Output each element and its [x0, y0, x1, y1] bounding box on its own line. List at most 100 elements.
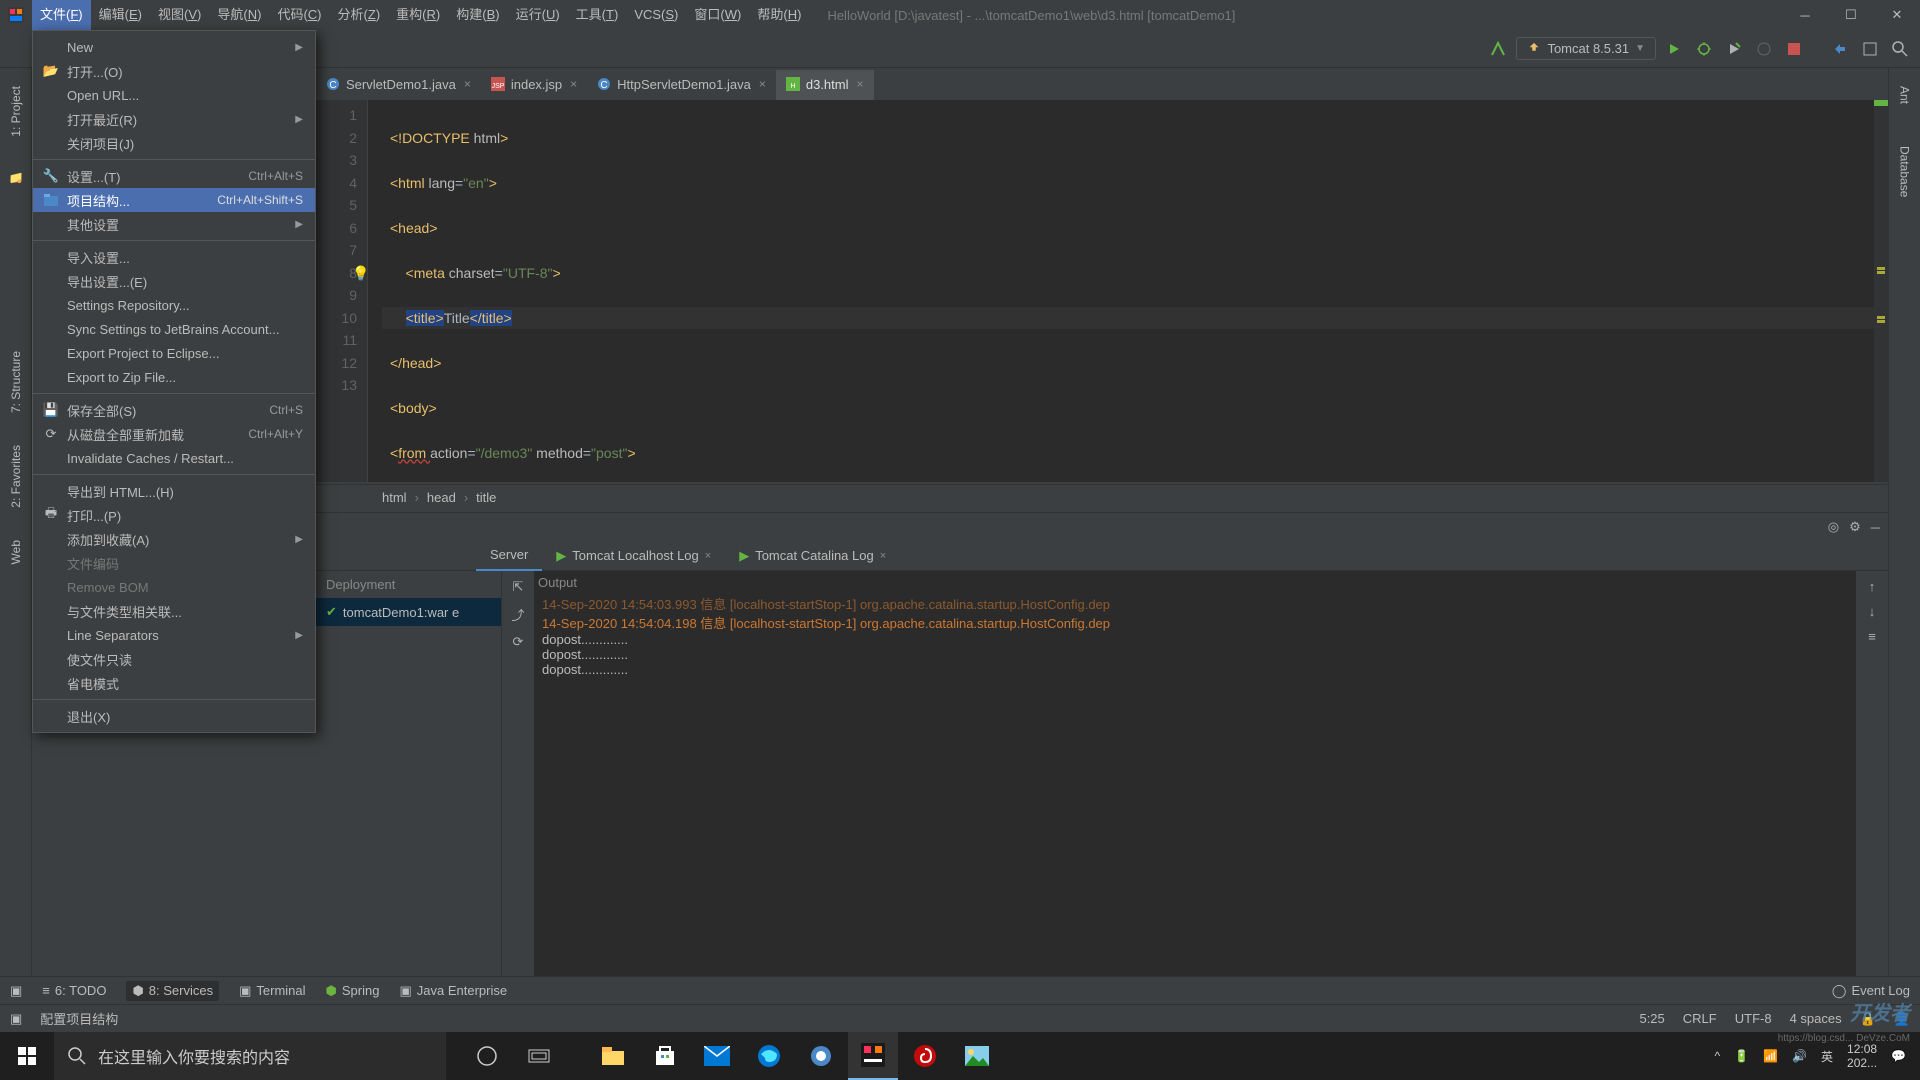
menu-item[interactable]: Invalidate Caches / Restart... — [33, 446, 315, 470]
menubar-item[interactable]: 文件(F) — [32, 0, 91, 30]
menu-item[interactable]: Sync Settings to JetBrains Account... — [33, 317, 315, 341]
tool-window-icon[interactable]: ▣ — [10, 983, 22, 999]
menubar-item[interactable]: 运行(U) — [508, 0, 568, 30]
menubar-item[interactable]: 窗口(W) — [686, 0, 749, 30]
caret-position[interactable]: 5:25 — [1639, 1011, 1664, 1026]
todo-tab[interactable]: ≡6: TODO — [42, 983, 106, 998]
ide-settings-icon[interactable] — [1858, 37, 1882, 61]
cortana-app-icon[interactable] — [796, 1032, 846, 1080]
close-button[interactable]: ✕ — [1874, 0, 1920, 30]
file-encoding[interactable]: UTF-8 — [1735, 1011, 1772, 1026]
status-icon[interactable]: ▣ — [10, 1011, 22, 1027]
menubar-item[interactable]: 视图(V) — [150, 0, 209, 30]
folder-icon[interactable]: 📁 — [7, 163, 25, 190]
minimap[interactable] — [1874, 100, 1888, 482]
panel-tab[interactable]: ▶ Tomcat Localhost Log× — [542, 541, 725, 571]
stop-button[interactable] — [1782, 37, 1806, 61]
share-icon[interactable]: ⤴ — [511, 605, 524, 624]
wifi-icon[interactable]: 📶 — [1763, 1049, 1778, 1063]
wrap-icon[interactable]: ≡ — [1868, 629, 1876, 644]
menubar-item[interactable]: 代码(C) — [269, 0, 329, 30]
close-tab-icon[interactable]: × — [464, 77, 471, 91]
cortana-icon[interactable] — [462, 1032, 512, 1080]
menu-item[interactable]: 导出到 HTML...(H) — [33, 479, 315, 503]
panel-tab[interactable]: ▶ Tomcat Catalina Log× — [725, 541, 900, 571]
minimize-button[interactable]: ─ — [1782, 0, 1828, 30]
menubar-item[interactable]: 构建(B) — [448, 0, 507, 30]
menubar-item[interactable]: 重构(R) — [388, 0, 448, 30]
down-icon[interactable]: ↓ — [1869, 604, 1876, 619]
menu-item[interactable]: 关闭项目(J) — [33, 131, 315, 155]
search-icon[interactable] — [1888, 37, 1912, 61]
coverage-button[interactable] — [1722, 37, 1746, 61]
intellij-taskbar-icon[interactable] — [848, 1032, 898, 1080]
run-config-selector[interactable]: Tomcat 8.5.31 ▼ — [1516, 37, 1656, 60]
panel-tab[interactable]: Server — [476, 541, 542, 571]
notification-icon[interactable]: 💬 — [1891, 1049, 1906, 1063]
run-button[interactable] — [1662, 37, 1686, 61]
mail-icon[interactable] — [692, 1032, 742, 1080]
menu-item[interactable]: 退出(X) — [33, 704, 315, 728]
taskview-icon[interactable] — [514, 1032, 564, 1080]
breadcrumb-item[interactable]: head — [427, 490, 456, 505]
spring-tab[interactable]: ⬢Spring — [326, 983, 380, 999]
editor-tab[interactable]: JSPindex.jsp× — [481, 70, 587, 100]
maximize-button[interactable]: ☐ — [1828, 0, 1874, 30]
close-tab-icon[interactable]: × — [857, 77, 864, 91]
ime-indicator[interactable]: 英 — [1821, 1048, 1833, 1065]
editor-tab[interactable]: Hd3.html× — [776, 70, 874, 100]
menubar-item[interactable]: 分析(Z) — [330, 0, 389, 30]
netease-icon[interactable] — [900, 1032, 950, 1080]
menu-item[interactable]: 导入设置... — [33, 245, 315, 269]
editor-tab[interactable]: CServletDemo1.java× — [316, 70, 481, 100]
menu-item[interactable]: 💾保存全部(S)Ctrl+S — [33, 398, 315, 422]
database-tool-tab[interactable]: Database — [1896, 140, 1914, 203]
up-icon[interactable]: ↑ — [1869, 579, 1876, 594]
menubar-item[interactable]: 帮助(H) — [749, 0, 809, 30]
ant-tool-tab[interactable]: Ant — [1896, 80, 1914, 110]
menu-item[interactable]: 🖶打印...(P) — [33, 503, 315, 527]
target-icon[interactable]: ◎ — [1828, 519, 1839, 535]
explorer-icon[interactable] — [588, 1032, 638, 1080]
battery-icon[interactable]: 🔋 — [1734, 1049, 1749, 1063]
menu-item[interactable]: 🔧设置...(T)Ctrl+Alt+S — [33, 164, 315, 188]
build-icon[interactable] — [1486, 37, 1510, 61]
project-tool-tab[interactable]: 1: Project — [7, 80, 25, 143]
update-button[interactable] — [1828, 37, 1852, 61]
close-tab-icon[interactable]: × — [759, 77, 766, 91]
terminal-tab[interactable]: ▣Terminal — [239, 983, 305, 999]
menubar-item[interactable]: 编辑(E) — [91, 0, 150, 30]
favorites-tool-tab[interactable]: 2: Favorites — [7, 439, 25, 514]
menu-item[interactable]: Line Separators▶ — [33, 623, 315, 647]
menu-item[interactable]: New▶ — [33, 35, 315, 59]
tray-expand-icon[interactable]: ^ — [1715, 1049, 1721, 1063]
menu-item[interactable]: 省电模式 — [33, 671, 315, 695]
menu-item[interactable]: 其他设置▶ — [33, 212, 315, 236]
breadcrumb-item[interactable]: title — [476, 490, 496, 505]
refresh-icon[interactable]: ⟳ — [513, 634, 524, 650]
menu-item[interactable]: 与文件类型相关联... — [33, 599, 315, 623]
link-icon[interactable]: ⇱ — [513, 579, 524, 595]
deployment-item[interactable]: ✔ tomcatDemo1:war e — [316, 598, 501, 626]
menubar-item[interactable]: 导航(N) — [209, 0, 269, 30]
menu-item[interactable]: 打开最近(R)▶ — [33, 107, 315, 131]
menu-item[interactable]: Settings Repository... — [33, 293, 315, 317]
web-tool-tab[interactable]: Web — [7, 534, 25, 570]
minimize-panel-icon[interactable]: ─ — [1871, 520, 1880, 535]
menu-item[interactable]: 项目结构...Ctrl+Alt+Shift+S — [33, 188, 315, 212]
java-enterprise-tab[interactable]: ▣Java Enterprise — [399, 983, 507, 999]
editor[interactable]: 12345678910111213 <!DOCTYPE html> <html … — [316, 100, 1888, 482]
editor-tab[interactable]: CHttpServletDemo1.java× — [587, 70, 776, 100]
debug-button[interactable] — [1692, 37, 1716, 61]
services-tab[interactable]: ⬢8: Services — [126, 981, 219, 1001]
menu-item[interactable]: 📂打开...(O) — [33, 59, 315, 83]
menubar-item[interactable]: 工具(T) — [568, 0, 627, 30]
volume-icon[interactable]: 🔊 — [1792, 1049, 1807, 1063]
line-separator[interactable]: CRLF — [1683, 1011, 1717, 1026]
structure-tool-tab[interactable]: 7: Structure — [7, 345, 25, 419]
indent-info[interactable]: 4 spaces — [1790, 1011, 1842, 1026]
menu-item[interactable]: 添加到收藏(A)▶ — [33, 527, 315, 551]
menu-item[interactable]: Export to Zip File... — [33, 365, 315, 389]
clock[interactable]: 12:08 202... — [1847, 1042, 1877, 1070]
breadcrumb-item[interactable]: html — [382, 490, 407, 505]
